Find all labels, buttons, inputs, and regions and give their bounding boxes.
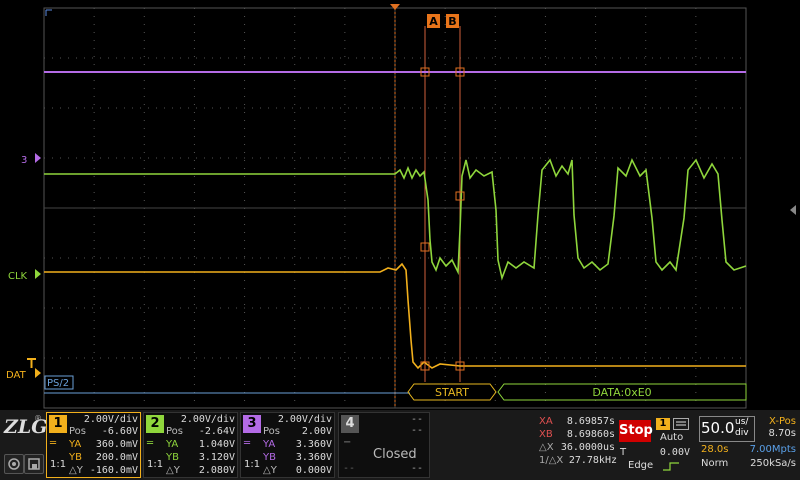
dy-label: △Y xyxy=(69,465,83,476)
xpos-label: X-Pos xyxy=(769,416,796,427)
cursor-b-label: B xyxy=(448,15,456,28)
trigger-panel[interactable]: 1 Auto T 0.00V Edge xyxy=(620,418,696,478)
probe-ratio: 1:1 xyxy=(50,459,67,470)
ya-label: YA xyxy=(263,439,276,450)
volts-per-div: 2.00V/div xyxy=(277,414,332,425)
pos-label: Pos xyxy=(69,426,87,437)
ch4-separator: − xyxy=(343,437,352,448)
trigger-t-label: T xyxy=(620,447,627,458)
yb-value: 200.0mV xyxy=(95,452,138,463)
yb-label: YB xyxy=(166,452,179,463)
ya-value: 360.0mV xyxy=(95,439,138,450)
channel-1-panel[interactable]: 1 2.00V/div Pos -6.60V ═ YA 360.0mV YB 200.0mV 1:… xyxy=(46,412,141,478)
bus-start-label: START xyxy=(435,386,469,399)
acquisition-time: 28.0s xyxy=(701,444,729,455)
pos-value: -6.60V xyxy=(101,426,138,437)
channel-2-panel[interactable]: 2 2.00V/div Pos -2.64V ═ YA 1.040V YB 3.120V 1:1 △… xyxy=(143,412,238,478)
ch4-dash-2: -- xyxy=(411,425,424,436)
pos-value: -2.64V xyxy=(198,426,235,437)
xpos-value: 8.70s xyxy=(768,428,796,439)
probe-ratio: 1:1 xyxy=(244,459,261,470)
channel-2-arrow-icon xyxy=(35,269,41,279)
coupling-icon: ═ xyxy=(244,438,251,449)
yb-label: YB xyxy=(69,452,82,463)
status-bar: ZLG ® 1 2.00V/div Pos -6.60V ═ YA 360.0mV YB 200… xyxy=(0,410,800,480)
cursor-measurement-panel[interactable]: XA 8.69857s XB 8.69860s △X 36.0000us 1/△… xyxy=(537,416,617,476)
trigger-type: Edge xyxy=(628,460,654,471)
channel-number: 1 xyxy=(49,415,67,433)
ya-value: 3.360V xyxy=(295,439,332,450)
cursor-inv-label: 1/△X xyxy=(539,455,564,466)
trigger-level-icon[interactable] xyxy=(27,358,36,368)
cursor-dx-label: △X xyxy=(539,442,554,453)
ya-label: YA xyxy=(166,439,179,450)
brand-logo: ZLG ® xyxy=(4,414,47,446)
cursor-inv-value: 27.78kHz xyxy=(568,455,617,466)
channel-4-number: 4 xyxy=(341,415,359,433)
coupling-icon: ═ xyxy=(50,438,57,449)
timebase-unit-bottom: div xyxy=(735,428,749,438)
ch4-dash-1: -- xyxy=(411,414,424,425)
cursor-xa-value: 8.69857s xyxy=(566,416,615,427)
pos-label: Pos xyxy=(166,426,184,437)
timebase-unit-top: us/ xyxy=(735,417,749,427)
channel-2-label: CLK xyxy=(8,271,28,282)
run-stop-button[interactable]: Stop xyxy=(619,420,653,442)
rising-edge-icon xyxy=(663,462,679,471)
dy-value: -160.0mV xyxy=(89,465,138,476)
channel-4-panel[interactable]: 4 -- -- − Closed -- -- xyxy=(338,412,430,478)
yb-label: YB xyxy=(263,452,276,463)
bus-label: PS/2 xyxy=(47,378,69,389)
channel-1-label: DAT xyxy=(6,370,27,381)
trigger-mode: Auto xyxy=(660,432,684,443)
memory-depth: 7.00Mpts xyxy=(749,444,796,455)
pos-value: 2.00V xyxy=(301,426,332,437)
trigger-slope-icon xyxy=(673,418,689,430)
channel-number: 3 xyxy=(243,415,261,433)
yb-value: 3.360V xyxy=(295,452,332,463)
cursor-xb-value: 8.69860s xyxy=(566,429,615,440)
dy-label: △Y xyxy=(263,465,277,476)
save-icon[interactable] xyxy=(24,454,44,474)
channel-3-marker: 3 xyxy=(21,155,27,166)
sample-rate: 250kSa/s xyxy=(750,458,796,469)
screenshot-icon[interactable] xyxy=(4,454,24,474)
ya-value: 1.040V xyxy=(198,439,235,450)
acquisition-mode: Norm xyxy=(701,458,729,469)
ya-label: YA xyxy=(69,439,82,450)
cursor-xb-label: XB xyxy=(539,429,553,440)
cursor-dx-value: 36.0000us xyxy=(560,442,615,453)
ch4-dash-4: -- xyxy=(411,463,424,474)
volts-per-div: 2.00V/div xyxy=(83,414,138,425)
trigger-source: 1 xyxy=(656,418,670,430)
dy-value: 2.080V xyxy=(198,465,235,476)
cursor-xa-label: XA xyxy=(539,416,553,427)
cursor-a-label: A xyxy=(429,15,438,28)
timebase-value: 50.0 xyxy=(701,419,735,437)
timebase-panel[interactable]: 50.0 us/ div X-Pos 8.70s 28.0s 7.00Mpts … xyxy=(699,416,798,476)
channel-number: 2 xyxy=(146,415,164,433)
ch4-dash-3: -- xyxy=(343,463,356,474)
bus-label-box[interactable]: PS/2 xyxy=(44,375,74,390)
registered-icon: ® xyxy=(34,414,42,423)
channel-1-arrow-icon xyxy=(35,368,41,378)
pos-label: Pos xyxy=(263,426,281,437)
channel-4-status: Closed xyxy=(373,447,417,462)
dy-value: 0.000V xyxy=(295,465,332,476)
yb-value: 3.120V xyxy=(198,452,235,463)
channel-3-arrow-icon xyxy=(35,153,41,163)
coupling-icon: ═ xyxy=(147,438,154,449)
channel-3-panel[interactable]: 3 2.00V/div Pos 2.00V ═ YA 3.360V YB 3.360V 1:1 △Y… xyxy=(240,412,335,478)
volts-per-div: 2.00V/div xyxy=(180,414,235,425)
dy-label: △Y xyxy=(166,465,180,476)
side-panel-toggle-icon[interactable] xyxy=(790,205,796,215)
probe-ratio: 1:1 xyxy=(147,459,164,470)
trigger-level: 0.00V xyxy=(659,447,690,458)
bus-data-label: DATA:0xE0 xyxy=(592,386,651,399)
waveform-display[interactable]: A B START DATA:0xE0 PS/2 3 CLK DAT xyxy=(0,0,800,410)
